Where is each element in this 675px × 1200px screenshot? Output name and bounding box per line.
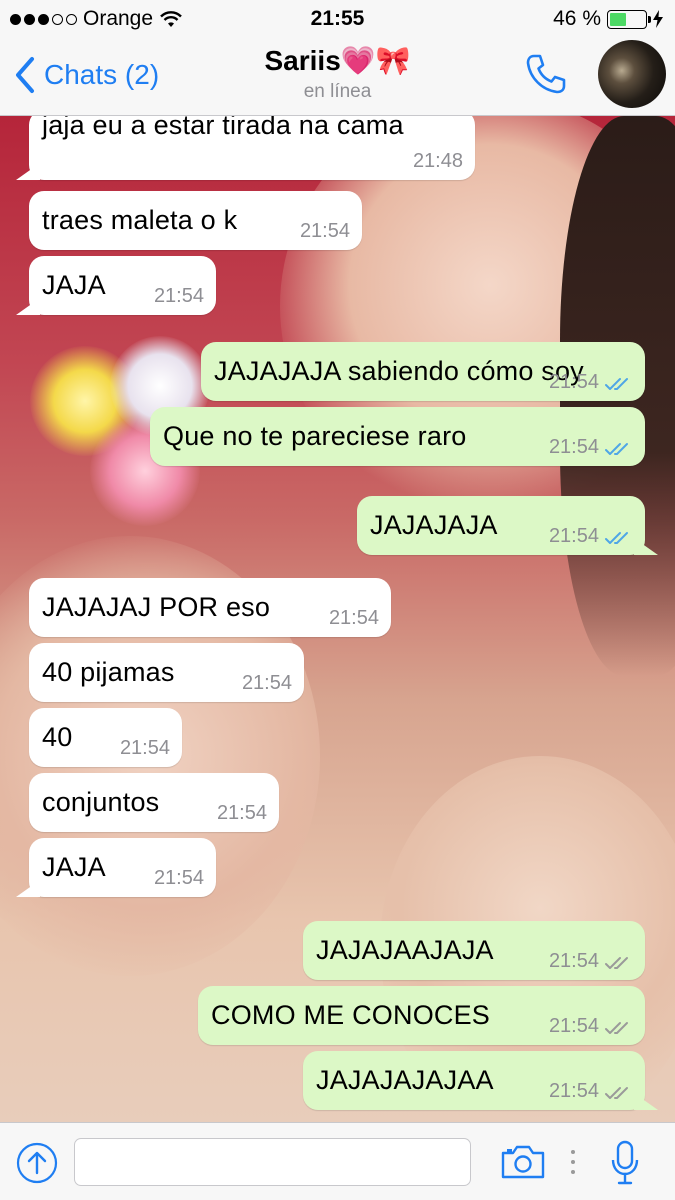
incoming-message-bubble[interactable]: jaja eu a estar tirada na cama 21:48: [16, 116, 475, 180]
contact-header[interactable]: Sariis💗🎀 en línea: [0, 44, 675, 103]
message-time: 21:54: [548, 525, 599, 547]
outgoing-message-bubble[interactable]: JAJAJAJA 21:54: [357, 496, 658, 555]
message-time: 21:54: [119, 737, 170, 759]
battery-level: [610, 12, 626, 26]
more-dots-icon: [571, 1150, 575, 1174]
voice-call-button[interactable]: [524, 52, 568, 101]
message-time: 21:54: [548, 950, 599, 972]
outgoing-message-bubble[interactable]: JAJAJAJAJAA 21:54: [303, 1051, 658, 1110]
message-text: JAJAJAJAJAA: [316, 1065, 494, 1095]
message-text: JAJAJAJA: [370, 510, 498, 540]
incoming-message-bubble[interactable]: traes maleta o k 21:54: [29, 191, 362, 250]
message-time: 21:54: [153, 867, 204, 889]
message-text: 40: [42, 722, 73, 752]
input-bar: [0, 1122, 675, 1200]
battery-icon: [607, 9, 651, 29]
status-right: 46 %: [553, 7, 663, 31]
battery-percent: 46 %: [553, 7, 601, 30]
voice-note-button[interactable]: [610, 1140, 640, 1191]
chat-area[interactable]: jaja eu a estar tirada na cama 21:48 traes…: [0, 116, 675, 1122]
camera-button[interactable]: [500, 1145, 546, 1184]
message-text: JAJA: [42, 852, 106, 882]
outgoing-message-bubble[interactable]: JAJAJAAJAJA 21:54: [303, 921, 645, 980]
incoming-message-bubble[interactable]: 40 pijamas 21:54: [29, 643, 304, 702]
message-text: traes maleta o k: [42, 205, 238, 235]
message-time: 21:54: [299, 220, 350, 242]
message-text: JAJA: [42, 270, 106, 300]
read-ticks-icon: [605, 532, 628, 544]
incoming-message-bubble[interactable]: JAJA 21:54: [16, 838, 216, 897]
incoming-message-bubble[interactable]: 40 21:54: [29, 708, 182, 767]
outgoing-message-bubble[interactable]: Que no te pareciese raro 21:54: [150, 407, 645, 466]
message-time: 21:54: [216, 802, 267, 824]
message-time: 21:54: [241, 672, 292, 694]
message-text: 40 pijamas: [42, 657, 175, 687]
message-text: JAJAJAAJAJA: [316, 935, 494, 965]
message-text: JAJAJAJA sabiendo cómo soy: [214, 356, 584, 386]
contact-status: en línea: [303, 81, 372, 102]
incoming-message-bubble[interactable]: conjuntos 21:54: [29, 773, 279, 832]
contact-name: Sariis💗🎀: [264, 45, 411, 76]
attach-button[interactable]: [16, 1142, 58, 1184]
phone-icon: [526, 54, 566, 94]
message-text: jaja eu a estar tirada na cama: [42, 116, 404, 140]
share-arrow-icon: [16, 1142, 58, 1184]
microphone-icon: [611, 1140, 639, 1185]
message-text: COMO ME CONOCES: [211, 1000, 491, 1030]
navigation-bar: Chats (2) Sariis💗🎀 en línea: [0, 38, 675, 116]
message-time: 21:54: [548, 436, 599, 458]
message-time: 21:54: [548, 1015, 599, 1037]
outgoing-message-bubble[interactable]: JAJAJAJA sabiendo cómo soy 21:54: [201, 342, 645, 401]
message-time: 21:54: [328, 607, 379, 629]
message-time: 21:54: [548, 1080, 599, 1102]
delivered-ticks-icon: [605, 1087, 628, 1099]
delivered-ticks-icon: [605, 957, 628, 969]
more-button[interactable]: [566, 1147, 580, 1182]
message-time: 21:54: [153, 285, 204, 307]
delivered-ticks-icon: [605, 1022, 628, 1034]
outgoing-message-bubble[interactable]: COMO ME CONOCES 21:54: [198, 986, 645, 1045]
incoming-message-bubble[interactable]: JAJA 21:54: [16, 256, 216, 315]
read-ticks-icon: [605, 378, 628, 390]
message-text: JAJAJAJ POR eso: [42, 592, 271, 622]
read-ticks-icon: [605, 443, 628, 455]
message-input[interactable]: [74, 1138, 471, 1186]
incoming-message-bubble[interactable]: JAJAJAJ POR eso 21:54: [29, 578, 391, 637]
message-time: 21:48: [412, 150, 463, 172]
camera-icon: [501, 1145, 545, 1179]
charging-bolt-icon: [653, 10, 663, 28]
status-bar: Orange 21:55 46 %: [0, 0, 675, 38]
message-text: Que no te pareciese raro: [163, 421, 467, 451]
message-time: 21:54: [548, 371, 599, 393]
contact-avatar[interactable]: [598, 40, 666, 108]
message-text: conjuntos: [42, 787, 160, 817]
